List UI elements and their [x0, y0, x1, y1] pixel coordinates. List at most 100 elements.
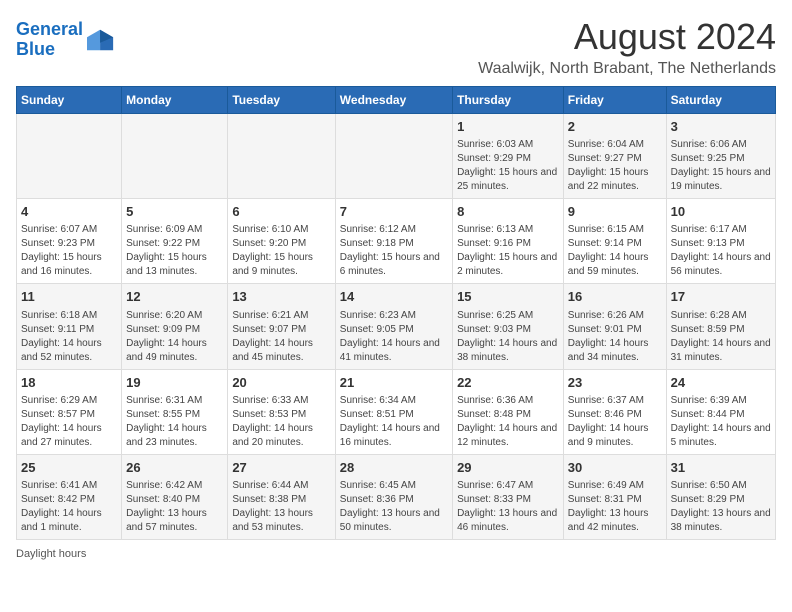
calendar-cell: 17 Sunrise: 6:28 AM Sunset: 8:59 PM Dayli…: [666, 284, 775, 369]
calendar-week-row: 4 Sunrise: 6:07 AM Sunset: 9:23 PM Daylig…: [17, 199, 776, 284]
day-number: 16: [568, 288, 662, 306]
calendar-cell: 1 Sunrise: 6:03 AM Sunset: 9:29 PM Daylig…: [453, 114, 564, 199]
day-info: Sunrise: 6:33 AM Sunset: 8:53 PM Dayligh…: [232, 394, 330, 450]
day-number: 9: [568, 203, 662, 221]
day-info: Sunrise: 6:41 AM Sunset: 8:42 PM Dayligh…: [21, 479, 117, 535]
day-info: Sunrise: 6:42 AM Sunset: 8:40 PM Dayligh…: [126, 479, 223, 535]
calendar-header-thursday: Thursday: [453, 87, 564, 114]
day-number: 10: [671, 203, 771, 221]
calendar-week-row: 25Sunrise: 6:41 AM Sunset: 8:42 PM Dayli…: [17, 454, 776, 539]
day-number: 22: [457, 374, 559, 392]
day-info: Sunrise: 6:47 AM Sunset: 8:33 PM Dayligh…: [457, 479, 559, 535]
day-number: 23: [568, 374, 662, 392]
day-number: 17: [671, 288, 771, 306]
day-info: Sunrise: 6:21 AM Sunset: 9:07 PM Dayligh…: [232, 309, 330, 365]
day-info: Sunrise: 6:26 AM Sunset: 9:01 PM Dayligh…: [568, 309, 662, 365]
calendar-cell: 14 Sunrise: 6:23 AM Sunset: 9:05 PM Dayli…: [335, 284, 452, 369]
calendar-cell: 9 Sunrise: 6:15 AM Sunset: 9:14 PM Daylig…: [563, 199, 666, 284]
day-number: 12: [126, 288, 223, 306]
calendar-cell: 21Sunrise: 6:34 AM Sunset: 8:51 PM Dayli…: [335, 369, 452, 454]
day-info: Sunrise: 6:20 AM Sunset: 9:09 PM Dayligh…: [126, 309, 223, 365]
calendar-cell: 13Sunrise: 6:21 AM Sunset: 9:07 PM Dayli…: [228, 284, 335, 369]
main-title: August 2024: [478, 16, 776, 58]
day-number: 21: [340, 374, 448, 392]
calendar-cell: 15 Sunrise: 6:25 AM Sunset: 9:03 PM Dayli…: [453, 284, 564, 369]
day-info: Sunrise: 6:36 AM Sunset: 8:48 PM Dayligh…: [457, 394, 559, 450]
calendar-cell: 27 Sunrise: 6:44 AM Sunset: 8:38 PM Dayli…: [228, 454, 335, 539]
subtitle: Waalwijk, North Brabant, The Netherlands: [478, 60, 776, 78]
title-area: August 2024 Waalwijk, North Brabant, The…: [478, 16, 776, 78]
day-info: Sunrise: 6:06 AM Sunset: 9:25 PM Dayligh…: [671, 138, 771, 194]
calendar-cell: 12 Sunrise: 6:20 AM Sunset: 9:09 PM Dayli…: [122, 284, 228, 369]
calendar-cell: 26Sunrise: 6:42 AM Sunset: 8:40 PM Dayli…: [122, 454, 228, 539]
calendar-header-sunday: Sunday: [17, 87, 122, 114]
day-number: 30: [568, 459, 662, 477]
calendar-cell: 28 Sunrise: 6:45 AM Sunset: 8:36 PM Dayli…: [335, 454, 452, 539]
day-number: 4: [21, 203, 117, 221]
logo: GeneralBlue: [16, 20, 115, 60]
day-info: Sunrise: 6:04 AM Sunset: 9:27 PM Dayligh…: [568, 138, 662, 194]
calendar-cell: 8 Sunrise: 6:13 AM Sunset: 9:16 PM Daylig…: [453, 199, 564, 284]
day-info: Sunrise: 6:17 AM Sunset: 9:13 PM Dayligh…: [671, 223, 771, 279]
day-number: 29: [457, 459, 559, 477]
footer: Daylight hours: [16, 548, 776, 560]
calendar-cell: 19Sunrise: 6:31 AM Sunset: 8:55 PM Dayli…: [122, 369, 228, 454]
calendar-cell: 31 Sunrise: 6:50 AM Sunset: 8:29 PM Dayli…: [666, 454, 775, 539]
calendar-cell: 24 Sunrise: 6:39 AM Sunset: 8:44 PM Dayli…: [666, 369, 775, 454]
day-info: Sunrise: 6:39 AM Sunset: 8:44 PM Dayligh…: [671, 394, 771, 450]
calendar-cell: 4 Sunrise: 6:07 AM Sunset: 9:23 PM Daylig…: [17, 199, 122, 284]
calendar-header-monday: Monday: [122, 87, 228, 114]
calendar-cell: 18Sunrise: 6:29 AM Sunset: 8:57 PM Dayli…: [17, 369, 122, 454]
day-number: 7: [340, 203, 448, 221]
day-number: 2: [568, 118, 662, 136]
calendar-cell: 23 Sunrise: 6:37 AM Sunset: 8:46 PM Dayli…: [563, 369, 666, 454]
calendar-week-row: 1 Sunrise: 6:03 AM Sunset: 9:29 PM Daylig…: [17, 114, 776, 199]
day-number: 18: [21, 374, 117, 392]
calendar-header-saturday: Saturday: [666, 87, 775, 114]
daylight-label: Daylight hours: [16, 548, 86, 560]
logo-icon: [87, 26, 115, 54]
calendar-cell: 11Sunrise: 6:18 AM Sunset: 9:11 PM Dayli…: [17, 284, 122, 369]
calendar-header-row: SundayMondayTuesdayWednesdayThursdayFrid…: [17, 87, 776, 114]
calendar-cell: 3Sunrise: 6:06 AM Sunset: 9:25 PM Daylig…: [666, 114, 775, 199]
logo-text: GeneralBlue: [16, 20, 83, 60]
day-number: 31: [671, 459, 771, 477]
calendar-cell: 20 Sunrise: 6:33 AM Sunset: 8:53 PM Dayli…: [228, 369, 335, 454]
day-info: Sunrise: 6:49 AM Sunset: 8:31 PM Dayligh…: [568, 479, 662, 535]
day-info: Sunrise: 6:12 AM Sunset: 9:18 PM Dayligh…: [340, 223, 448, 279]
day-info: Sunrise: 6:37 AM Sunset: 8:46 PM Dayligh…: [568, 394, 662, 450]
day-info: Sunrise: 6:10 AM Sunset: 9:20 PM Dayligh…: [232, 223, 330, 279]
day-number: 15: [457, 288, 559, 306]
day-info: Sunrise: 6:15 AM Sunset: 9:14 PM Dayligh…: [568, 223, 662, 279]
calendar-header-wednesday: Wednesday: [335, 87, 452, 114]
day-number: 24: [671, 374, 771, 392]
calendar-cell: 16 Sunrise: 6:26 AM Sunset: 9:01 PM Dayli…: [563, 284, 666, 369]
day-number: 1: [457, 118, 559, 136]
day-info: Sunrise: 6:03 AM Sunset: 9:29 PM Dayligh…: [457, 138, 559, 194]
calendar-table: SundayMondayTuesdayWednesdayThursdayFrid…: [16, 86, 776, 540]
day-info: Sunrise: 6:45 AM Sunset: 8:36 PM Dayligh…: [340, 479, 448, 535]
day-number: 6: [232, 203, 330, 221]
day-info: Sunrise: 6:44 AM Sunset: 8:38 PM Dayligh…: [232, 479, 330, 535]
calendar-cell: 5Sunrise: 6:09 AM Sunset: 9:22 PM Daylig…: [122, 199, 228, 284]
day-info: Sunrise: 6:23 AM Sunset: 9:05 PM Dayligh…: [340, 309, 448, 365]
day-info: Sunrise: 6:18 AM Sunset: 9:11 PM Dayligh…: [21, 309, 117, 365]
day-info: Sunrise: 6:50 AM Sunset: 8:29 PM Dayligh…: [671, 479, 771, 535]
calendar-week-row: 18Sunrise: 6:29 AM Sunset: 8:57 PM Dayli…: [17, 369, 776, 454]
calendar-cell: 7 Sunrise: 6:12 AM Sunset: 9:18 PM Daylig…: [335, 199, 452, 284]
day-info: Sunrise: 6:07 AM Sunset: 9:23 PM Dayligh…: [21, 223, 117, 279]
day-number: 28: [340, 459, 448, 477]
day-number: 8: [457, 203, 559, 221]
calendar-cell: 30 Sunrise: 6:49 AM Sunset: 8:31 PM Dayli…: [563, 454, 666, 539]
day-info: Sunrise: 6:09 AM Sunset: 9:22 PM Dayligh…: [126, 223, 223, 279]
day-info: Sunrise: 6:31 AM Sunset: 8:55 PM Dayligh…: [126, 394, 223, 450]
day-info: Sunrise: 6:28 AM Sunset: 8:59 PM Dayligh…: [671, 309, 771, 365]
calendar-cell: [122, 114, 228, 199]
calendar-cell: 2 Sunrise: 6:04 AM Sunset: 9:27 PM Daylig…: [563, 114, 666, 199]
calendar-cell: 29 Sunrise: 6:47 AM Sunset: 8:33 PM Dayli…: [453, 454, 564, 539]
day-info: Sunrise: 6:25 AM Sunset: 9:03 PM Dayligh…: [457, 309, 559, 365]
day-number: 20: [232, 374, 330, 392]
day-info: Sunrise: 6:13 AM Sunset: 9:16 PM Dayligh…: [457, 223, 559, 279]
day-number: 27: [232, 459, 330, 477]
day-number: 14: [340, 288, 448, 306]
